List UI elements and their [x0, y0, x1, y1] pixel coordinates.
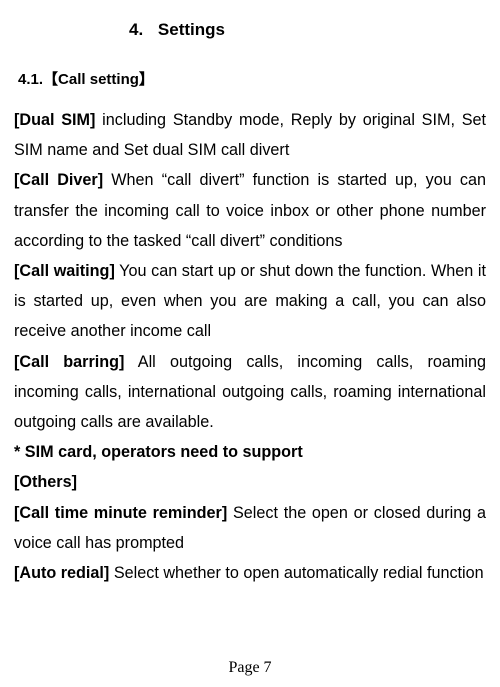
call-barring-label: [Call barring] — [14, 353, 124, 371]
page-container: 4. Settings 4.1.【Call setting】 [Dual SIM… — [0, 0, 500, 687]
auto-redial-text: Select whether to open automatically red… — [109, 564, 483, 582]
chapter-heading: 4. Settings — [129, 20, 486, 40]
section-bracket-open: 【 — [43, 71, 58, 88]
call-waiting-label: [Call waiting] — [14, 262, 115, 280]
minute-reminder-label: [Call time minute reminder] — [14, 504, 227, 522]
section-bracket-close: 】 — [139, 71, 154, 88]
auto-redial-label: [Auto redial] — [14, 564, 109, 582]
page-footer: Page 7 — [0, 659, 500, 677]
others-label: [Others] — [14, 473, 77, 491]
dual-sim-label: [Dual SIM] — [14, 111, 95, 129]
call-diver-label: [Call Diver] — [14, 171, 103, 189]
section-heading: 4.1.【Call setting】 — [18, 68, 486, 89]
chapter-number: 4. — [129, 20, 143, 39]
chapter-title-text: Settings — [158, 20, 225, 39]
sim-note: * SIM card, operators need to support — [14, 443, 303, 461]
section-title-text: Call setting — [58, 71, 139, 88]
body-text: [Dual SIM] including Standby mode, Reply… — [14, 105, 486, 588]
section-number: 4.1. — [18, 71, 43, 88]
page-number: Page 7 — [228, 659, 271, 676]
